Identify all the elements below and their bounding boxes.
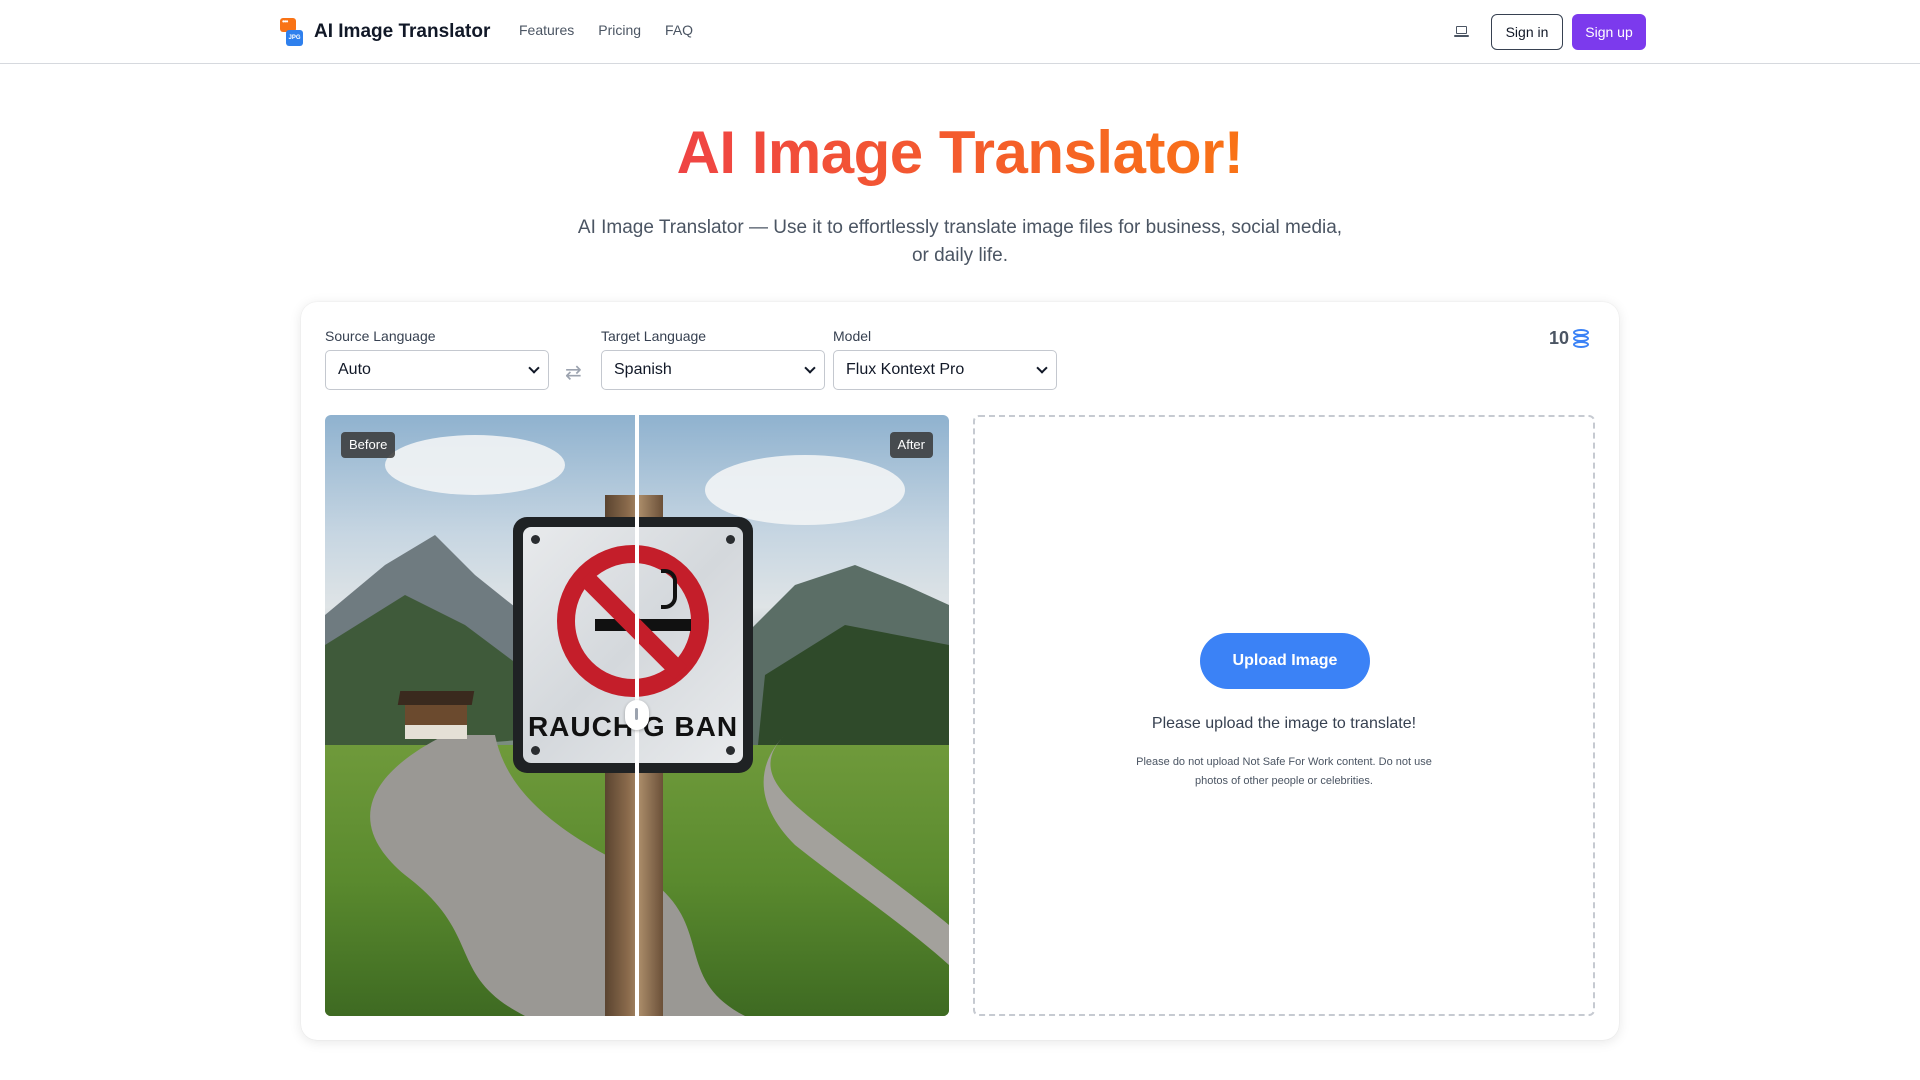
upload-image-button[interactable]: Upload Image — [1200, 633, 1370, 689]
page-title: AI Image Translator! — [676, 119, 1244, 186]
before-tag: Before — [341, 432, 396, 458]
nav-faq[interactable]: FAQ — [665, 22, 693, 38]
source-language-value: Auto — [338, 361, 371, 378]
credits-value: 10 — [1549, 328, 1570, 348]
sign-up-button[interactable]: Sign up — [1572, 14, 1646, 50]
laptop-icon[interactable] — [1453, 24, 1471, 40]
chalet — [405, 703, 467, 739]
chevron-down-icon — [804, 362, 816, 374]
sign-in-button[interactable]: Sign in — [1491, 14, 1563, 50]
database-icon — [1573, 329, 1590, 348]
after-tag: After — [889, 432, 933, 458]
no-smoking-icon — [557, 545, 709, 697]
nav-features[interactable]: Features — [519, 22, 574, 38]
upload-disclaimer: Please do not upload Not Safe For Work c… — [1136, 756, 1432, 787]
no-smoking-sign: RAUCH G BAN — [513, 517, 753, 773]
target-language-label: Target Language — [601, 328, 707, 344]
model-label: Model — [833, 328, 872, 344]
main-nav: Features Pricing FAQ — [519, 22, 693, 38]
source-language-label: Source Language — [325, 328, 436, 344]
page-subtitle: AI Image Translator — Use it to effortle… — [577, 217, 1343, 266]
nav-pricing[interactable]: Pricing — [598, 22, 641, 38]
brand[interactable]: JPG AI Image Translator — [278, 16, 490, 48]
model-select[interactable]: Flux Kontext Pro — [833, 350, 1057, 390]
upload-dropzone[interactable]: Upload Image Please upload the image to … — [973, 415, 1595, 1016]
target-language-value: Spanish — [614, 361, 672, 378]
chevron-down-icon — [528, 362, 540, 374]
app-logo-icon: JPG — [278, 16, 304, 48]
swap-languages-icon[interactable]: ⇄ — [565, 360, 582, 385]
brand-name: AI Image Translator — [314, 21, 491, 42]
chevron-down-icon — [1036, 362, 1048, 374]
translator-card: Source Language Auto ⇄ Target Language S… — [301, 302, 1619, 1040]
target-language-select[interactable]: Spanish — [601, 350, 825, 390]
credits-counter: 10 — [1549, 328, 1590, 349]
compare-slider-handle[interactable] — [625, 700, 649, 730]
model-value: Flux Kontext Pro — [846, 361, 965, 378]
upload-message: Please upload the image to translate! — [1151, 715, 1417, 732]
source-language-select[interactable]: Auto — [325, 350, 549, 390]
before-after-comparison[interactable]: RAUCH G BAN Before After — [325, 415, 949, 1016]
top-header: JPG AI Image Translator Features Pricing… — [0, 0, 1920, 64]
